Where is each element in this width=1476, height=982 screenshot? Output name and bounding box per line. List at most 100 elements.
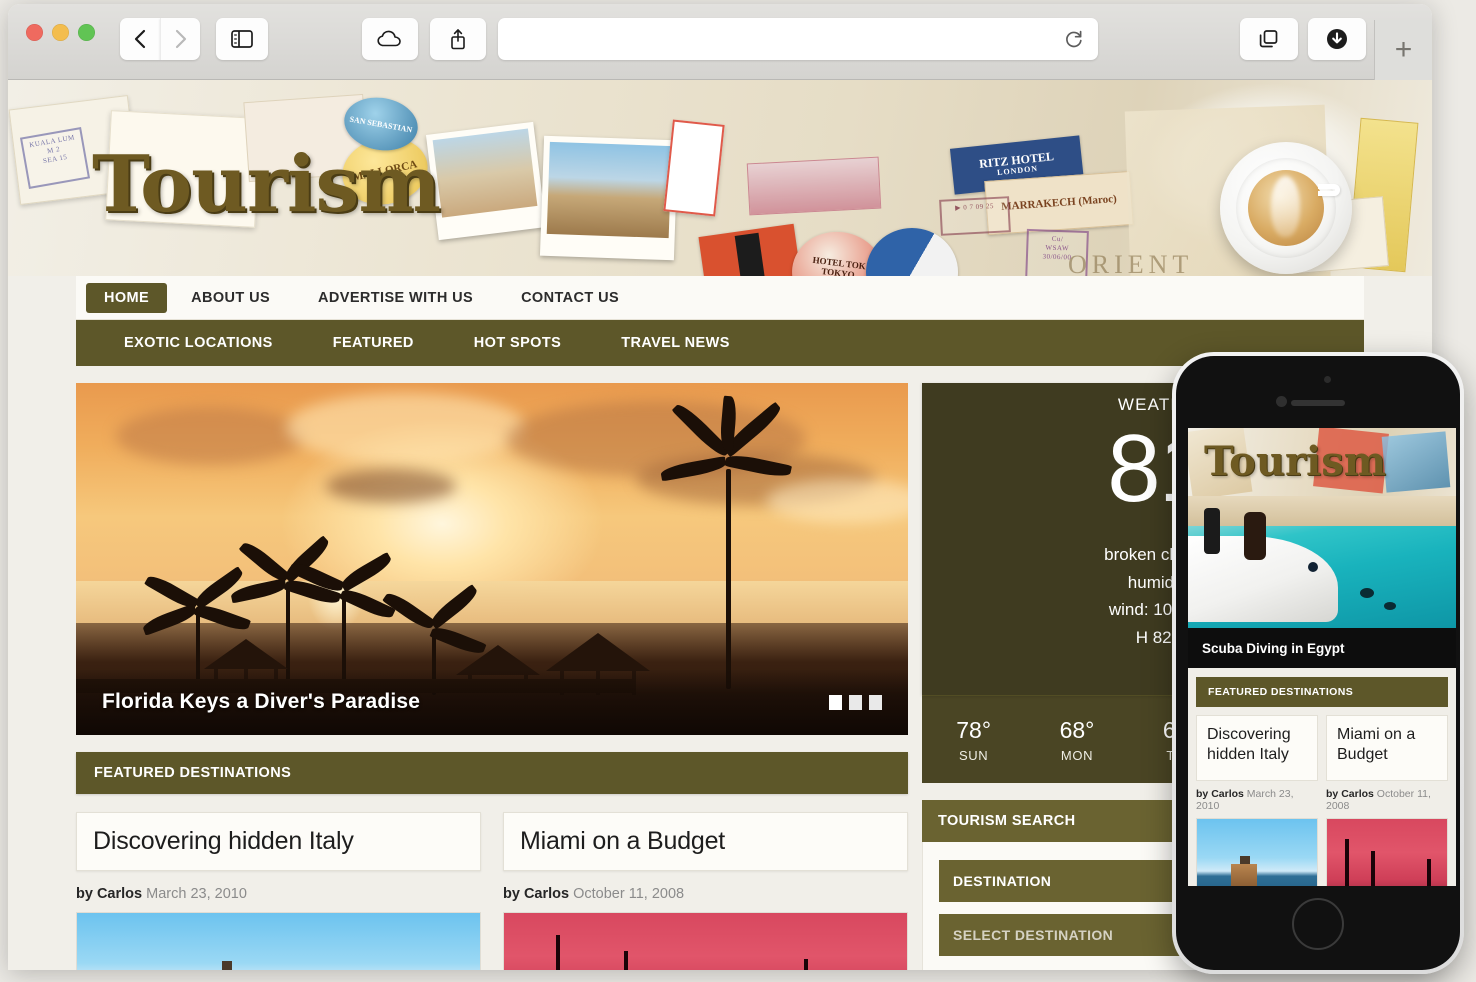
download-icon [1327, 29, 1347, 49]
phone-article-title-box[interactable]: Miami on a Budget [1326, 715, 1448, 781]
article-byline: by Carlos March 23, 2010 [76, 886, 481, 902]
share-icon [451, 29, 465, 50]
nav-item-home[interactable]: HOME [86, 282, 168, 313]
tab-overview-button[interactable] [1240, 18, 1298, 60]
phone-article-thumbnail-italy[interactable] [1196, 818, 1318, 886]
back-button[interactable] [120, 18, 160, 60]
forecast-day: 68° MON [1025, 717, 1128, 763]
phone-site-logo[interactable]: Tourism [1204, 438, 1386, 485]
window-traffic-lights [26, 24, 95, 41]
phone-mockup: Tourism Scuba Diving in Egypt FEATURED D… [1172, 352, 1464, 974]
hero-dot-3[interactable] [869, 694, 882, 710]
phone-collage-item [1381, 431, 1451, 493]
article-thumbnail-miami[interactable] [503, 912, 908, 970]
icloud-icon [377, 30, 401, 47]
phone-article-card[interactable]: Discovering hidden Italy by Carlos March… [1196, 715, 1318, 886]
weather-high-low: H 82 • L 7 [1135, 627, 1210, 647]
phone-article-title: Miami on a Budget [1337, 726, 1416, 763]
collage-red-border-stamp [663, 119, 725, 217]
forecast-label: SUN [959, 747, 989, 763]
article-title-box[interactable]: Discovering hidden Italy [76, 812, 481, 871]
phone-hero-image[interactable] [1188, 496, 1456, 628]
article-title-box[interactable]: Miami on a Budget [503, 812, 908, 871]
italy-thumbnail-image [77, 913, 480, 970]
collage-stamp-numeric: ▶ 0 7 09 25 [939, 196, 1011, 236]
phone-article-title-box[interactable]: Discovering hidden Italy [1196, 715, 1318, 781]
sidebar-toggle-icon [231, 30, 253, 48]
nav-item-hot-spots[interactable]: HOT SPOTS [444, 335, 591, 351]
phone-featured-bar: FEATURED DESTINATIONS [1196, 677, 1448, 707]
collage-polaroid-crane [425, 121, 547, 241]
phone-hero-diver [1360, 588, 1374, 598]
hero-dot-2[interactable] [849, 694, 862, 710]
forecast-temp: 68° [1059, 716, 1095, 743]
article-card[interactable]: Miami on a Budget by Carlos October 11, … [503, 812, 908, 970]
phone-screen: Tourism Scuba Diving in Egypt FEATURED D… [1188, 428, 1456, 886]
collage-george-v-paris-label: GEORGE VPARIS [698, 223, 806, 276]
article-thumbnail-italy[interactable] [76, 912, 481, 970]
phone-home-button[interactable] [1292, 898, 1344, 950]
hero-slider[interactable]: Florida Keys a Diver's Paradise [76, 383, 908, 735]
url-input[interactable] [512, 31, 1064, 47]
screenshot-stage: + KUALA LUM M 2 SEA 15 MALLORCA SAN SEBAST… [0, 0, 1476, 982]
hero-palm-tall [659, 395, 793, 689]
phone-sensor-icon [1324, 376, 1331, 383]
forecast-day: 78° SUN [922, 717, 1025, 763]
article-date: October 11, 2008 [573, 886, 685, 902]
minimize-window-button[interactable] [52, 24, 69, 41]
collage-asia-ticket [746, 156, 882, 216]
icloud-button[interactable] [362, 18, 418, 60]
phone-article-card[interactable]: Miami on a Budget by Carlos October 11, … [1326, 715, 1448, 886]
phone-camera-icon [1276, 396, 1287, 407]
phone-italy-thumbnail-image [1197, 819, 1317, 886]
reload-icon[interactable] [1064, 29, 1084, 49]
new-tab-button[interactable]: + [1374, 20, 1432, 80]
nav-item-travel-news[interactable]: TRAVEL NEWS [591, 335, 760, 351]
address-bar[interactable] [498, 18, 1098, 60]
site-logo[interactable]: Tourism [92, 145, 441, 223]
phone-earpiece-icon [1291, 400, 1345, 406]
article-date: March 23, 2010 [146, 886, 247, 902]
main-column: Florida Keys a Diver's Paradise FEATURED… [76, 383, 908, 970]
article-byline: by Carlos October 11, 2008 [503, 886, 908, 902]
phone-article-thumbnail-miami[interactable] [1326, 818, 1448, 886]
phone-hero-figure [1204, 508, 1220, 554]
miami-thumbnail-image [504, 913, 907, 970]
hero-dot-1[interactable] [829, 694, 842, 710]
maximize-window-button[interactable] [78, 24, 95, 41]
phone-hero-caption: Scuba Diving in Egypt [1188, 628, 1456, 668]
close-window-button[interactable] [26, 24, 43, 41]
sidebar-toggle-button[interactable] [216, 18, 268, 60]
browser-toolbar: + [8, 4, 1432, 80]
phone-hero-diver [1384, 602, 1396, 610]
phone-featured-articles: Discovering hidden Italy by Carlos March… [1196, 715, 1448, 886]
weather-condition: broken clouds [1104, 545, 1210, 564]
hero-cloud [326, 469, 456, 503]
chevron-right-icon [175, 29, 186, 49]
forecast-label: MON [1060, 747, 1094, 763]
nav-item-featured[interactable]: FEATURED [303, 335, 444, 351]
article-author: by Carlos [503, 886, 570, 902]
phone-body: Tourism Scuba Diving in Egypt FEATURED D… [1176, 356, 1460, 970]
downloads-button[interactable] [1308, 18, 1366, 60]
phone-hero-diver [1308, 562, 1318, 572]
nav-item-exotic-locations[interactable]: EXOTIC LOCATIONS [94, 335, 303, 351]
hero-slider-dots [829, 694, 882, 710]
hero-cloud [116, 407, 306, 465]
phone-article-byline: by Carlos March 23, 2010 [1196, 788, 1294, 812]
article-card[interactable]: Discovering hidden Italy by Carlos March… [76, 812, 481, 970]
collage-orient-text: ORIENT [1068, 250, 1194, 276]
share-button[interactable] [430, 18, 486, 60]
forward-button[interactable] [160, 18, 200, 60]
nav-item-about-us[interactable]: ABOUT US [167, 283, 294, 313]
collage-passport-stamp: KUALA LUM M 2 SEA 15 [19, 127, 91, 189]
phone-hero-figure [1244, 512, 1266, 560]
article-title: Discovering hidden Italy [93, 827, 354, 855]
phone-article-title: Discovering hidden Italy [1207, 726, 1291, 763]
phone-article-byline: by Carlos October 11, 2008 [1326, 788, 1431, 812]
nav-item-contact-us[interactable]: CONTACT US [497, 283, 643, 313]
hero-title: Florida Keys a Diver's Paradise [102, 690, 421, 713]
phone-hero-beach [1188, 496, 1456, 526]
primary-navigation: HOME ABOUT US ADVERTISE WITH US CONTACT … [76, 276, 1364, 320]
nav-item-advertise-with-us[interactable]: ADVERTISE WITH US [294, 283, 497, 313]
